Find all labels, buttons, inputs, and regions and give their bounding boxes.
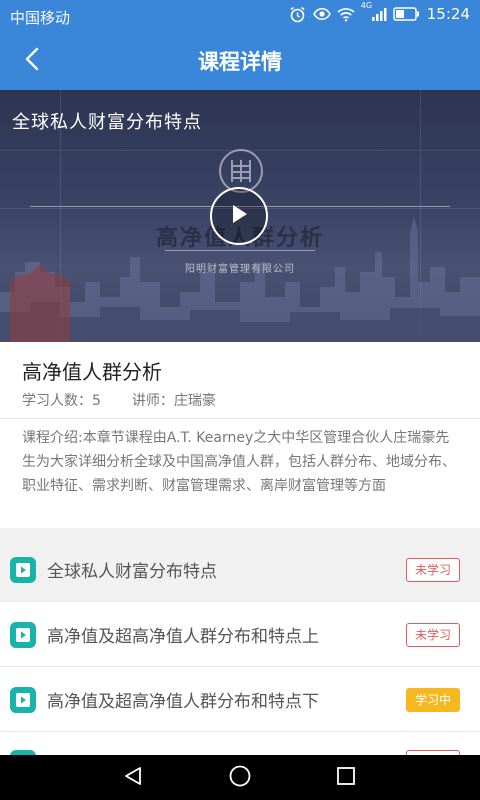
course-intro: 课程介绍:本章节课程由A.T. Kearney之大中华区管理合伙人庄瑞豪先生为大…	[22, 430, 456, 494]
status-badge: 未学习	[406, 557, 460, 582]
clock-time: 15:24	[426, 5, 470, 23]
system-recents-button[interactable]	[316, 755, 376, 800]
signal-icon: 4G	[361, 1, 387, 23]
video-file-icon	[10, 686, 36, 713]
carrier-name: 中国移动	[10, 9, 71, 27]
video-title: 全球私人财富分布特点	[12, 112, 202, 133]
lesson-title: 全球私人财富分布特点	[47, 562, 217, 582]
play-button[interactable]	[210, 187, 268, 245]
triangle-back-icon	[122, 765, 144, 791]
lesson-item[interactable]: 高净值及超高净值人群分布和特点下 学习中	[0, 668, 480, 732]
learners-count: 5	[92, 393, 101, 409]
video-player[interactable]: 高净值人群分析 阳明财富管理有限公司 全球私人财富分布特点	[0, 90, 480, 342]
status-badge: 未学习	[406, 622, 460, 647]
network-type: 4G	[360, 1, 373, 10]
page-title: 课程详情	[198, 50, 282, 74]
battery-icon	[393, 5, 421, 23]
divider	[0, 418, 480, 419]
lesson-item-partial[interactable]	[0, 733, 480, 755]
app-header: 中国移动 4G 15:24 课程详情	[0, 0, 480, 90]
course-name: 高净值人群分析	[22, 360, 162, 384]
lecturer-label: 讲师：	[131, 393, 174, 409]
square-recents-icon	[335, 765, 357, 791]
lesson-item[interactable]: 全球私人财富分布特点 未学习	[0, 538, 480, 602]
video-watermark-company: 阳明财富管理有限公司	[185, 264, 295, 275]
status-bar: 中国移动 4G 15:24	[0, 0, 480, 32]
lesson-title: 高净值及超高净值人群分布和特点下	[47, 692, 319, 712]
system-home-button[interactable]	[210, 755, 270, 800]
video-file-icon	[10, 556, 36, 583]
eye-icon	[312, 5, 331, 23]
status-badge: 学习中	[406, 687, 460, 712]
learners-label: 学习人数：	[22, 393, 92, 409]
status-icons: 4G 15:24	[289, 1, 470, 23]
lecturer-name: 庄瑞豪	[173, 393, 216, 409]
lesson-item[interactable]: 高净值及超高净值人群分布和特点上 未学习	[0, 603, 480, 667]
course-info: 高净值人群分析 学习人数：5 讲师：庄瑞豪	[0, 342, 480, 418]
play-icon	[229, 203, 249, 229]
nav-bar: 课程详情	[0, 32, 480, 90]
alarm-icon	[289, 5, 307, 23]
lesson-title: 高净值及超高净值人群分布和特点上	[47, 627, 319, 647]
circle-home-icon	[228, 764, 252, 792]
video-file-icon	[10, 621, 36, 648]
system-nav-bar	[0, 755, 480, 800]
wifi-icon	[337, 5, 355, 23]
system-back-button[interactable]	[103, 755, 163, 800]
course-meta: 学习人数：5 讲师：庄瑞豪	[22, 390, 216, 410]
section-gap	[0, 528, 480, 538]
